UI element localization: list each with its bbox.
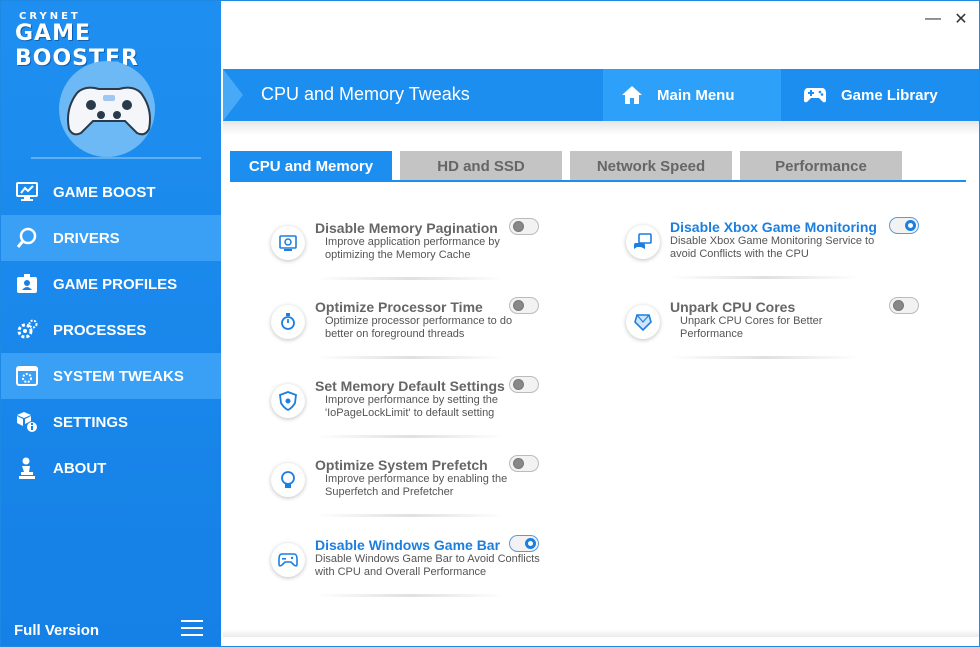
search-icon bbox=[15, 226, 39, 250]
sidebar-item-processes[interactable]: PROCESSES bbox=[1, 307, 221, 353]
stopwatch-icon bbox=[271, 305, 305, 339]
tab-underline bbox=[230, 180, 966, 182]
tweak-description: Disable Xbox Game Monitoring Service to … bbox=[670, 235, 875, 260]
gamepad-icon bbox=[803, 86, 827, 104]
sidebar-item-label: DRIVERS bbox=[53, 229, 120, 247]
sidebar-item-label: ABOUT bbox=[53, 459, 107, 477]
tab-hd-and-ssd[interactable]: HD and SSD bbox=[400, 151, 562, 181]
sidebar-item-drivers[interactable]: DRIVERS bbox=[1, 215, 221, 261]
optimize-processor-time-toggle[interactable] bbox=[509, 297, 539, 314]
gears-icon bbox=[15, 318, 39, 342]
tweak-title: Optimize System Prefetch bbox=[315, 457, 488, 473]
page-title: CPU and Memory Tweaks bbox=[261, 84, 470, 104]
tweak-item: Optimize Processor Time Optimize process… bbox=[271, 297, 541, 369]
app-window: CRYNET GAME BOOSTER GAME BOOST DRIVERS G… bbox=[0, 0, 980, 647]
header-arrow bbox=[223, 69, 243, 121]
gamepad-logo-icon bbox=[67, 86, 151, 136]
tweak-divider bbox=[315, 356, 505, 359]
tab-cpu-and-memory[interactable]: CPU and Memory bbox=[230, 151, 392, 181]
sidebar-nav: GAME BOOST DRIVERS GAME PROFILES PROCESS… bbox=[1, 169, 221, 491]
sidebar: CRYNET GAME BOOSTER GAME BOOST DRIVERS G… bbox=[1, 1, 221, 646]
tweak-title: Optimize Processor Time bbox=[315, 299, 483, 315]
menu-icon[interactable] bbox=[181, 620, 203, 638]
person-info-icon bbox=[15, 456, 39, 480]
tweak-title: Unpark CPU Cores bbox=[670, 299, 796, 315]
settings-cubes-icon bbox=[15, 410, 39, 434]
close-button[interactable]: ✕ bbox=[951, 9, 971, 29]
tweak-title: Disable Xbox Game Monitoring bbox=[670, 219, 877, 235]
sidebar-divider bbox=[31, 157, 201, 159]
sidebar-item-about[interactable]: ABOUT bbox=[1, 445, 221, 491]
disable-memory-pagination-toggle[interactable] bbox=[509, 218, 539, 235]
tweak-item: Unpark CPU Cores Unpark CPU Cores for Be… bbox=[626, 297, 919, 369]
tweak-divider bbox=[670, 276, 860, 279]
tweak-divider bbox=[315, 594, 505, 597]
license-status: Full Version bbox=[14, 622, 100, 639]
main-menu-label: Main Menu bbox=[657, 86, 735, 104]
sidebar-item-label: PROCESSES bbox=[53, 321, 147, 339]
tweak-item: Set Memory Default Settings Improve perf… bbox=[271, 376, 541, 448]
profile-card-icon bbox=[15, 272, 39, 296]
tweak-divider bbox=[315, 435, 505, 438]
xbox-monitor-icon bbox=[626, 225, 660, 259]
monitor-chart-icon bbox=[15, 180, 39, 204]
tweak-description: Disable Windows Game Bar to Avoid Confli… bbox=[315, 553, 540, 578]
unpark-cpu-cores-toggle[interactable] bbox=[889, 297, 919, 314]
home-icon bbox=[621, 85, 643, 105]
sidebar-item-settings[interactable]: SETTINGS bbox=[1, 399, 221, 445]
tweak-description: Improve application performance by optim… bbox=[325, 236, 500, 261]
tweak-title: Disable Memory Pagination bbox=[315, 220, 498, 236]
tab-performance[interactable]: Performance bbox=[740, 151, 902, 181]
game-library-label: Game Library bbox=[841, 86, 938, 104]
disable-windows-game-bar-toggle[interactable] bbox=[509, 535, 539, 552]
sidebar-item-game-profiles[interactable]: GAME PROFILES bbox=[1, 261, 221, 307]
tweak-title: Set Memory Default Settings bbox=[315, 378, 505, 394]
tweak-description: Improve performance by setting the 'IoPa… bbox=[325, 394, 499, 419]
cpu-gem-icon bbox=[626, 305, 660, 339]
memory-chip-icon bbox=[271, 226, 305, 260]
game-library-button[interactable]: Game Library bbox=[781, 69, 979, 121]
tweak-divider bbox=[315, 277, 505, 280]
tweak-title: Disable Windows Game Bar bbox=[315, 537, 501, 553]
tweak-item: Disable Xbox Game Monitoring Disable Xbo… bbox=[626, 217, 919, 289]
minimize-button[interactable]: — bbox=[923, 9, 943, 29]
sidebar-item-game-boost[interactable]: GAME BOOST bbox=[1, 169, 221, 215]
tweak-description: Improve performance by enabling the Supe… bbox=[325, 473, 508, 498]
main-menu-button[interactable]: Main Menu bbox=[603, 69, 781, 121]
system-window-icon bbox=[15, 364, 39, 388]
content-bottom-shadow bbox=[223, 629, 979, 637]
tweak-divider bbox=[315, 514, 505, 517]
lightbulb-icon bbox=[271, 463, 305, 497]
disable-xbox-game-monitoring-toggle[interactable] bbox=[889, 217, 919, 234]
tweak-description: Optimize processor performance to do bet… bbox=[325, 315, 513, 340]
sidebar-item-label: SETTINGS bbox=[53, 413, 129, 431]
header-shadow bbox=[223, 121, 979, 135]
sidebar-item-label: SYSTEM TWEAKS bbox=[53, 367, 184, 385]
tab-network-speed[interactable]: Network Speed bbox=[570, 151, 732, 181]
tweak-divider bbox=[670, 356, 860, 359]
page-header: CPU and Memory Tweaks Main Menu Game Lib… bbox=[223, 69, 979, 121]
tweak-item: Disable Memory Pagination Improve applic… bbox=[271, 218, 541, 290]
tweak-item: Disable Windows Game Bar Disable Windows… bbox=[271, 535, 541, 607]
sidebar-item-system-tweaks[interactable]: SYSTEM TWEAKS bbox=[1, 353, 221, 399]
shield-icon bbox=[271, 384, 305, 418]
tweak-item: Optimize System Prefetch Improve perform… bbox=[271, 455, 541, 527]
optimize-system-prefetch-toggle[interactable] bbox=[509, 455, 539, 472]
tweak-description: Unpark CPU Cores for Better Performance bbox=[680, 315, 823, 340]
sidebar-item-label: GAME BOOST bbox=[53, 183, 156, 201]
set-memory-default-settings-toggle[interactable] bbox=[509, 376, 539, 393]
gamepad-icon bbox=[271, 543, 305, 577]
sidebar-item-label: GAME PROFILES bbox=[53, 275, 178, 293]
